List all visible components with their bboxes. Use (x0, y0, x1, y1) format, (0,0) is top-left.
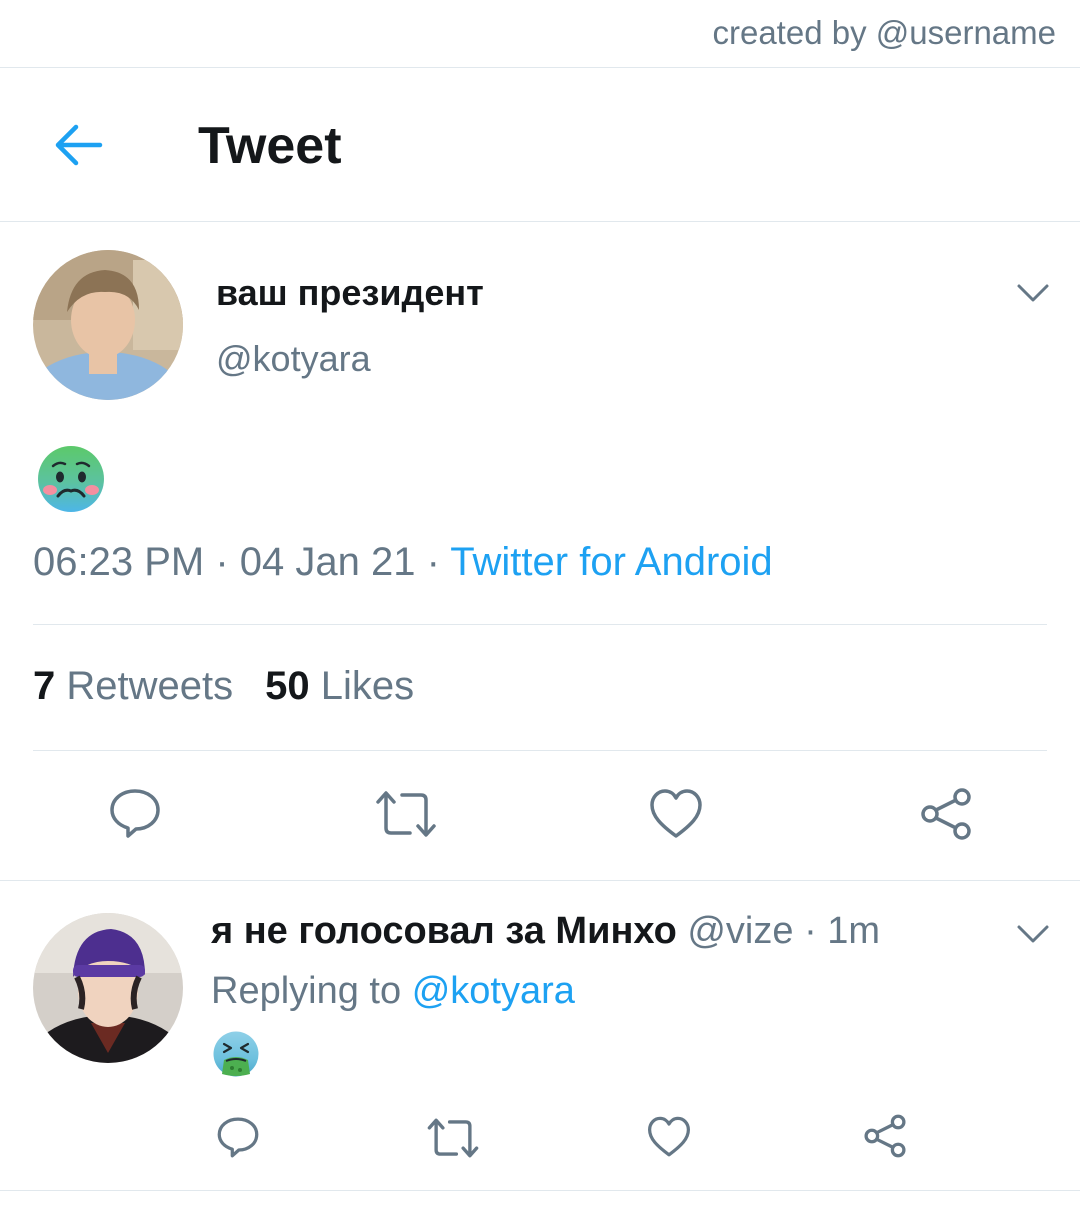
avatar[interactable] (33, 250, 183, 400)
share-icon (921, 788, 971, 840)
tweet-time: 06:23 PM (33, 540, 205, 584)
header: Tweet (0, 68, 1080, 222)
tweet-author-handle[interactable]: @kotyara (216, 338, 371, 380)
tweet-menu-button[interactable] (1016, 283, 1050, 303)
back-arrow-icon (55, 124, 103, 166)
divider (0, 1190, 1080, 1191)
reply-icon (217, 1117, 259, 1158)
retweet-button[interactable] (426, 1116, 480, 1165)
retweet-count: 7 (33, 664, 56, 708)
like-icon (648, 1116, 691, 1157)
replying-to: Replying to @kotyara (211, 970, 575, 1013)
chevron-down-icon (1017, 925, 1049, 943)
like-button[interactable] (647, 1116, 691, 1163)
replying-to-link[interactable]: @kotyara (412, 970, 575, 1012)
reply-age: 1m (827, 910, 881, 952)
tweet-meta: 06:23 PM · 04 Jan 21 · Twitter for Andro… (33, 540, 773, 585)
reply-button[interactable] (108, 786, 162, 845)
reply-button[interactable] (216, 1115, 260, 1164)
reply-author-name[interactable]: я не голосовал за Минхо (211, 910, 677, 952)
divider (33, 624, 1047, 625)
reply-author-handle[interactable]: @vize (687, 910, 793, 952)
vomiting-face-icon (212, 1030, 260, 1078)
credit-text: created by @username (712, 14, 1056, 51)
tweet-author-name[interactable]: ваш президент (216, 272, 484, 314)
meta-separator: · (204, 540, 240, 584)
reply-header: я не голосовал за Минхо @vize · 1m (211, 910, 880, 953)
retweet-icon (427, 1118, 479, 1158)
like-label: Likes (320, 664, 415, 708)
meta-separator: · (793, 910, 828, 952)
retweet-button[interactable] (374, 788, 438, 845)
like-icon (650, 789, 702, 838)
tweet-source-link[interactable]: Twitter for Android (450, 540, 772, 584)
share-button[interactable] (862, 1113, 908, 1164)
nauseated-face-icon (36, 444, 106, 514)
reply-menu-button[interactable] (1016, 924, 1050, 944)
meta-separator: · (415, 540, 451, 584)
like-count: 50 (265, 664, 310, 708)
credit-bar: created by @username (0, 0, 1080, 68)
like-button[interactable] (649, 788, 703, 845)
retweet-icon (376, 791, 436, 837)
share-button[interactable] (918, 786, 974, 847)
back-button[interactable] (50, 118, 106, 172)
tweet-stats: 7 Retweets 50 Likes (33, 664, 414, 709)
replying-prefix: Replying to (211, 970, 402, 1012)
likes-stat[interactable]: 50 Likes (265, 664, 414, 708)
chevron-down-icon (1017, 284, 1049, 302)
reply-icon (110, 789, 160, 838)
thread-separator (0, 880, 1080, 881)
divider (33, 750, 1047, 751)
retweet-label: Retweets (66, 664, 234, 708)
retweets-stat[interactable]: 7 Retweets (33, 664, 233, 708)
avatar[interactable] (33, 913, 183, 1063)
tweet-date: 04 Jan 21 (239, 540, 416, 584)
share-icon (864, 1114, 906, 1158)
page-title: Tweet (198, 117, 342, 175)
